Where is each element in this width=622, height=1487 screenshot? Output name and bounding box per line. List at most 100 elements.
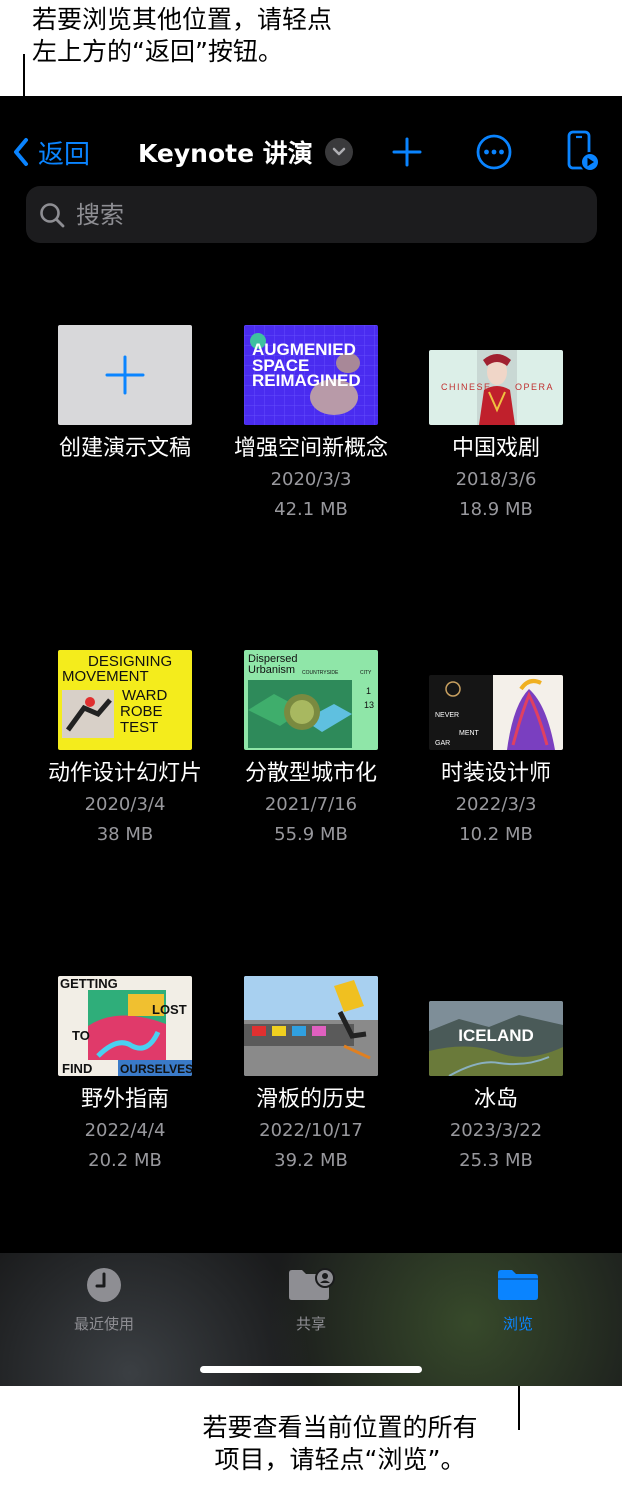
tab-label: 最近使用: [73, 1315, 134, 1333]
more-button[interactable]: [474, 132, 514, 172]
tab-label: 浏览: [502, 1315, 533, 1333]
file-size: 38 MB: [96, 824, 154, 845]
file-size: 39.2 MB: [274, 1150, 348, 1171]
magnifying-glass-icon: [40, 202, 65, 227]
chevron-left-icon: [14, 138, 28, 166]
callout-bottom-line2: 项目，请轻点“浏览”。: [214, 1445, 466, 1474]
file-thumbnail[interactable]: AUGMENIED SPACE REIMAGINED: [244, 325, 378, 425]
file-item-fashion-designer[interactable]: NEVER MENT GAR 时装设计师 2022/3/3 10.2 MB: [403, 650, 589, 850]
tab-recents[interactable]: 最近使用: [34, 1265, 174, 1334]
plus-icon: [392, 137, 422, 167]
plus-icon: [105, 355, 145, 395]
file-size: 20.2 MB: [88, 1150, 162, 1171]
callout-browse-hint: 若要查看当前位置的所有 项目，请轻点“浏览”。: [150, 1412, 530, 1476]
thumb-text: REIMAGINED: [252, 371, 361, 390]
file-size: 25.3 MB: [459, 1150, 533, 1171]
file-thumbnail[interactable]: ICELAND: [429, 1001, 563, 1076]
tab-shared[interactable]: 共享: [241, 1265, 381, 1334]
file-item-designing-movement[interactable]: DESIGNING MOVEMENT WARD ROBE TEST 动作设计幻灯…: [32, 650, 218, 850]
file-name: 动作设计幻灯片: [47, 761, 202, 786]
thumb-text: ICELAND: [458, 1026, 534, 1045]
thumbnail-art: [244, 976, 378, 1076]
thumbnail-art: CHINESE OPERA: [441, 350, 554, 425]
file-date: 2021/7/16: [264, 794, 358, 815]
file-item-dispersed-urbanism[interactable]: Dispersed Urbanism COUNTRYSIDE CITY 1 13…: [218, 650, 404, 850]
thumb-text: LOST: [152, 1002, 187, 1017]
thumbnail-art: NEVER MENT GAR: [435, 675, 563, 750]
create-presentation-item[interactable]: 创建演示文稿: [32, 325, 218, 465]
file-item-skateboard-history[interactable]: 滑板的历史 2022/10/17 39.2 MB: [218, 976, 404, 1176]
file-thumbnail[interactable]: Dispersed Urbanism COUNTRYSIDE CITY 1 13: [244, 650, 378, 750]
tab-label: 共享: [295, 1315, 326, 1333]
back-label: 返回: [38, 139, 91, 170]
thumb-text: MENT: [459, 730, 480, 737]
tab-bar: 最近使用 共享 浏览: [0, 1253, 622, 1386]
thumb-text: GETTING: [60, 976, 118, 991]
file-name: 野外指南: [80, 1087, 169, 1112]
remote-play-button[interactable]: [564, 128, 600, 174]
phone-play-icon: [567, 130, 600, 172]
create-presentation-thumbnail[interactable]: [58, 325, 192, 425]
file-name: 滑板的历史: [255, 1087, 366, 1112]
callout-bottom-line1: 若要查看当前位置的所有: [202, 1413, 478, 1442]
thumb-text: 13: [364, 700, 374, 710]
thumb-text: NEVER: [435, 712, 459, 719]
file-name: 冰岛: [473, 1087, 518, 1112]
file-thumbnail[interactable]: [244, 976, 378, 1076]
navigation-bar: 返回 Keynote 讲演: [0, 126, 622, 176]
page-title: Keynote 讲演: [138, 139, 313, 168]
callout-top-line2: 左上方的“返回”按钮。: [32, 37, 283, 66]
add-button[interactable]: [389, 132, 425, 172]
ellipsis-circle-icon: [476, 134, 512, 170]
file-date: 2020/3/3: [270, 469, 352, 490]
file-date: 2020/3/4: [84, 794, 166, 815]
file-name: 分散型城市化: [244, 761, 377, 786]
file-size: 42.1 MB: [274, 499, 348, 520]
folder-icon: [498, 1270, 538, 1300]
file-name: 时装设计师: [440, 761, 551, 786]
thumb-text: GAR: [435, 740, 450, 747]
file-thumbnail[interactable]: DESIGNING MOVEMENT WARD ROBE TEST: [58, 650, 192, 750]
file-date: 2022/4/4: [84, 1120, 166, 1141]
thumb-text: WARD: [122, 687, 167, 704]
tab-browse[interactable]: 浏览: [448, 1265, 588, 1334]
file-name: 增强空间新概念: [233, 436, 388, 461]
file-date: 2018/3/6: [455, 469, 537, 490]
file-date: 2022/10/17: [259, 1120, 363, 1141]
thumbnail-art: ICELAND: [429, 1001, 563, 1076]
thumbnail-art: DESIGNING MOVEMENT WARD ROBE TEST: [62, 653, 172, 738]
file-item-iceland[interactable]: ICELAND 冰岛 2023/3/22 25.3 MB: [403, 976, 589, 1176]
file-date: 2023/3/22: [449, 1120, 543, 1141]
file-item-chinese-opera[interactable]: CHINESE OPERA 中国戏剧 2018/3/6 18.9 MB: [403, 325, 589, 525]
back-button[interactable]: 返回: [12, 132, 90, 172]
search-input[interactable]: [74, 199, 558, 230]
file-size: 18.9 MB: [459, 499, 533, 520]
thumb-text: Urbanism: [248, 664, 295, 676]
search-field[interactable]: [26, 186, 597, 243]
folder-title-menu[interactable]: Keynote 讲演: [138, 132, 353, 172]
file-date: 2022/3/3: [455, 794, 537, 815]
file-name: 创建演示文稿: [58, 436, 191, 461]
file-thumbnail[interactable]: GETTING LOST TO FIND OURSELVES: [58, 976, 192, 1076]
thumb-text: 1: [366, 686, 371, 696]
thumb-text: OPERA: [515, 382, 554, 392]
file-size: 10.2 MB: [459, 824, 533, 845]
file-item-augmented-space[interactable]: AUGMENIED SPACE REIMAGINED 增强空间新概念 2020/…: [218, 325, 404, 525]
callout-back-hint: 若要浏览其他位置，请轻点 左上方的“返回”按钮。: [32, 4, 592, 68]
clock-icon: [87, 1268, 121, 1302]
callout-top-line1: 若要浏览其他位置，请轻点: [32, 5, 333, 34]
file-name: 中国戏剧: [451, 436, 540, 461]
phone-screen: 返回 Keynote 讲演 创建演示文稿: [0, 96, 622, 1386]
thumbnail-art: GETTING LOST TO FIND OURSELVES: [60, 976, 192, 1076]
thumb-text: CITY: [360, 670, 372, 676]
file-item-getting-lost[interactable]: GETTING LOST TO FIND OURSELVES 野外指南 2022…: [32, 976, 218, 1176]
file-thumbnail[interactable]: NEVER MENT GAR: [429, 675, 563, 750]
thumb-text: ROBE: [120, 703, 163, 720]
file-thumbnail[interactable]: CHINESE OPERA: [429, 350, 563, 425]
thumb-text: COUNTRYSIDE: [302, 670, 339, 676]
thumb-text: TO: [72, 1028, 90, 1043]
file-size: 55.9 MB: [274, 824, 348, 845]
chevron-down-icon: [324, 138, 353, 166]
home-indicator[interactable]: [200, 1366, 422, 1373]
shared-folder-icon: [289, 1268, 335, 1300]
